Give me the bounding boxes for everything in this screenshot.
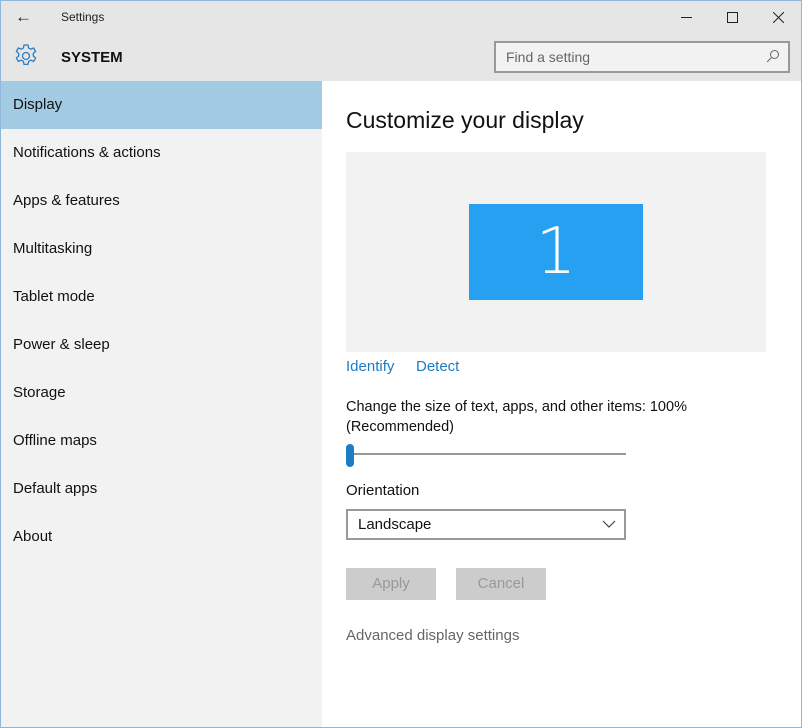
back-button[interactable]: ←	[15, 7, 32, 27]
identify-link[interactable]: Identify	[346, 358, 394, 375]
scale-slider-thumb[interactable]	[346, 444, 354, 467]
settings-window: ← Settings SYSTEM Display Notifications …	[0, 0, 802, 728]
minimize-button[interactable]	[663, 1, 709, 33]
search-icon[interactable]	[766, 49, 780, 63]
sidebar-item-multitasking[interactable]: Multitasking	[1, 225, 322, 273]
gear-icon	[15, 44, 37, 66]
orientation-value: Landscape	[358, 516, 432, 533]
sidebar-item-display[interactable]: Display	[1, 81, 322, 129]
maximize-icon	[726, 11, 738, 23]
scale-slider-track[interactable]	[352, 453, 626, 455]
maximize-button[interactable]	[709, 1, 755, 33]
sidebar-item-default-apps[interactable]: Default apps	[1, 465, 322, 513]
orientation-dropdown[interactable]: Landscape	[346, 509, 626, 540]
apply-button[interactable]: Apply	[346, 568, 436, 600]
window-title: Settings	[61, 10, 105, 24]
chevron-down-icon	[602, 520, 616, 528]
cancel-button[interactable]: Cancel	[456, 568, 546, 600]
close-button[interactable]	[755, 1, 801, 33]
scale-label-text: Change the size of text, apps, and other…	[346, 399, 687, 415]
sidebar-item-power-sleep[interactable]: Power & sleep	[1, 321, 322, 369]
close-icon	[772, 11, 784, 23]
header: SYSTEM	[1, 33, 801, 81]
sidebar-item-notifications[interactable]: Notifications & actions	[1, 129, 322, 177]
title-bar: ← Settings	[1, 1, 801, 33]
display-preview: 1	[346, 152, 766, 352]
search-input[interactable]	[496, 43, 756, 71]
orientation-label: Orientation	[346, 482, 420, 499]
sidebar-item-offline-maps[interactable]: Offline maps	[1, 417, 322, 465]
scale-label: Change the size of text, apps, and other…	[346, 397, 687, 437]
monitor-1[interactable]: 1	[469, 204, 643, 300]
section-title: SYSTEM	[61, 49, 123, 66]
search-box[interactable]	[494, 41, 790, 73]
sidebar-item-storage[interactable]: Storage	[1, 369, 322, 417]
sidebar-item-tablet-mode[interactable]: Tablet mode	[1, 273, 322, 321]
minimize-icon	[680, 16, 692, 18]
sidebar: Display Notifications & actions Apps & f…	[1, 81, 322, 727]
page-title: Customize your display	[346, 107, 584, 133]
main-content: Customize your display 1 Identify Detect…	[322, 81, 801, 727]
sidebar-item-about[interactable]: About	[1, 513, 322, 561]
detect-link[interactable]: Detect	[416, 358, 459, 375]
advanced-display-settings-link[interactable]: Advanced display settings	[346, 627, 519, 644]
scale-note: (Recommended)	[346, 419, 454, 435]
sidebar-item-apps[interactable]: Apps & features	[1, 177, 322, 225]
